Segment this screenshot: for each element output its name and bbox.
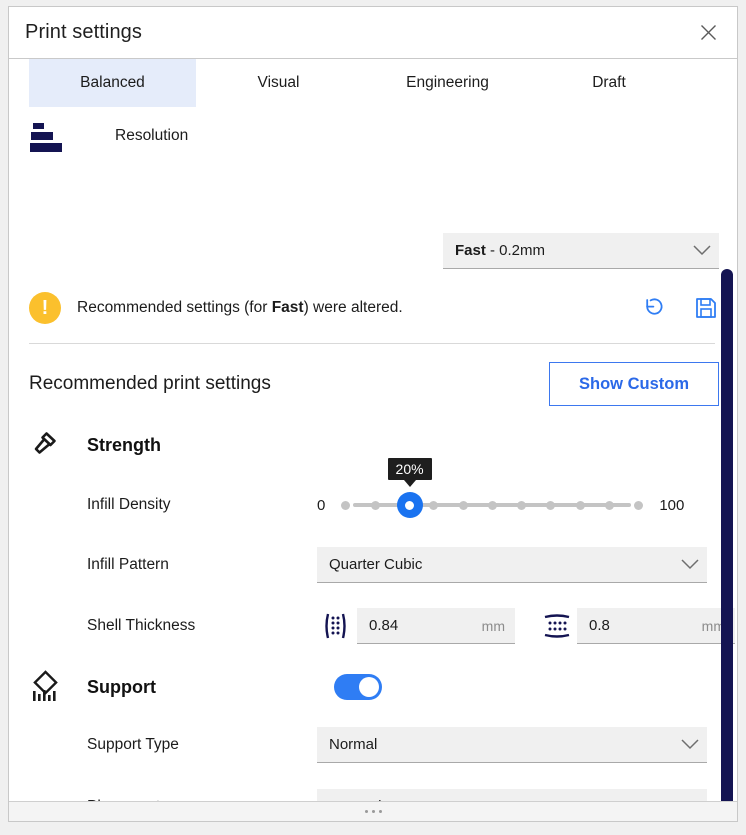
section-divider (29, 343, 715, 344)
show-custom-label: Show Custom (579, 374, 689, 393)
slider-ticks (341, 492, 644, 518)
placement-control: Everywhere (317, 789, 719, 801)
print-settings-panel: Print settings Balanced Visual Engineeri… (8, 6, 738, 822)
hammer-icon (29, 428, 73, 462)
row-infill-density: Infill Density 0 20% 100 (29, 458, 719, 525)
resolution-value-rest: - 0.2mm (485, 242, 546, 259)
altered-settings-notification: ! Recommended settings (for Fast) were a… (29, 287, 719, 329)
row-shell-thickness: Shell Thickness 0.84 mm 0.8 mm (29, 606, 735, 646)
resize-handle[interactable] (9, 801, 737, 821)
slider-handle[interactable] (396, 492, 423, 518)
infill-density-control: 0 20% 100 (317, 458, 719, 518)
tab-balanced-label: Balanced (80, 74, 145, 91)
warning-exclamation-icon: ! (29, 292, 61, 324)
slider-tick (634, 500, 644, 510)
shell-thickness-label: Shell Thickness (87, 617, 196, 634)
vertical-scrollbar[interactable] (721, 269, 733, 801)
altered-settings-text: Recommended settings (for Fast) were alt… (77, 299, 403, 317)
slider-track-area[interactable]: 20% (341, 458, 644, 518)
tab-engineering[interactable]: Engineering (361, 59, 534, 107)
close-icon (700, 25, 716, 40)
section-support-title: Support (87, 676, 156, 697)
top-bottom-thickness-icon (537, 612, 577, 640)
top-bottom-thickness-field[interactable]: 0.8 mm (577, 608, 735, 644)
wall-thickness-value: 0.84 (369, 617, 399, 634)
resolution-label: Resolution (115, 127, 189, 144)
altered-text-profile: Fast (271, 299, 304, 316)
chevron-down-icon (693, 245, 711, 256)
chevron-down-icon (681, 739, 699, 750)
toggle-knob (359, 677, 379, 697)
show-custom-button[interactable]: Show Custom (549, 362, 719, 406)
notification-actions (641, 295, 719, 321)
support-type-dropdown[interactable]: Normal (317, 727, 707, 763)
infill-pattern-label: Infill Pattern (87, 556, 169, 573)
placement-label: Placement (87, 798, 317, 801)
slider-tick (487, 500, 497, 510)
slider-tick (370, 500, 380, 510)
slider-tick (575, 500, 585, 510)
preset-tabs: Balanced Visual Engineering Draft (9, 59, 737, 107)
slider-value-tooltip: 20% (387, 458, 432, 487)
tab-visual[interactable]: Visual (196, 59, 361, 107)
placement-value: Everywhere (329, 798, 408, 801)
support-toggle[interactable] (334, 674, 382, 700)
chevron-down-icon (681, 559, 699, 570)
shell-thickness-control: 0.84 mm 0.8 mm (317, 608, 735, 644)
tab-draft-label: Draft (592, 74, 626, 91)
support-type-label: Support Type (87, 736, 179, 753)
section-strength: Strength (29, 425, 719, 465)
section-strength-title: Strength (87, 434, 161, 455)
slider-tick (546, 500, 556, 510)
resolution-dropdown[interactable]: Fast - 0.2mm (443, 233, 719, 269)
title-bar: Print settings (9, 7, 737, 59)
resolution-row: Resolution (29, 107, 707, 165)
row-infill-pattern: Infill Pattern Quarter Cubic (29, 545, 719, 585)
slider-tick (517, 500, 527, 510)
altered-text-before: Recommended settings (for (77, 299, 272, 316)
tab-draft[interactable]: Draft (534, 59, 684, 107)
slider-min-label: 0 (317, 496, 326, 514)
top-bottom-thickness-value: 0.8 (589, 617, 610, 634)
revert-arrow-icon (646, 298, 663, 315)
support-type-control: Normal (317, 727, 719, 763)
infill-pattern-value: Quarter Cubic (329, 556, 423, 573)
resolution-value: Fast - 0.2mm (455, 242, 545, 259)
altered-text-after: ) were altered. (303, 299, 403, 316)
infill-pattern-dropdown[interactable]: Quarter Cubic (317, 547, 707, 583)
tab-visual-label: Visual (257, 74, 300, 91)
close-button[interactable] (693, 18, 723, 48)
infill-pattern-control: Quarter Cubic (317, 547, 719, 583)
wall-thickness-icon (317, 611, 357, 641)
resize-grip-icon (364, 810, 382, 813)
support-type-value: Normal (329, 736, 378, 753)
infill-density-slider[interactable]: 0 20% 100 (317, 458, 685, 518)
resolution-value-bold: Fast (455, 242, 486, 259)
wall-thickness-unit: mm (481, 617, 505, 634)
slider-tick (605, 500, 615, 510)
save-settings-button[interactable] (693, 295, 719, 321)
row-placement: Placement Everywhere (29, 787, 719, 801)
row-support-type: Support Type Normal (29, 725, 719, 765)
slider-tick (341, 500, 351, 510)
slider-max-label: 100 (659, 496, 685, 514)
support-structure-icon (29, 670, 73, 704)
revert-settings-button[interactable] (641, 295, 667, 321)
tab-engineering-label: Engineering (406, 74, 489, 91)
section-support: Support (29, 667, 719, 707)
recommended-header: Recommended print settings Show Custom (29, 359, 719, 409)
settings-scroll-area: Resolution Fast - 0.2mm ! Recommended se… (9, 107, 737, 801)
placement-dropdown[interactable]: Everywhere (317, 789, 707, 801)
recommended-title: Recommended print settings (29, 373, 271, 394)
slider-tick (429, 500, 439, 510)
tab-balanced[interactable]: Balanced (29, 59, 196, 107)
wall-thickness-field[interactable]: 0.84 mm (357, 608, 515, 644)
settings-content: Resolution Fast - 0.2mm ! Recommended se… (9, 107, 737, 801)
save-floppy-icon (696, 298, 716, 318)
page-title: Print settings (25, 21, 143, 43)
layer-height-icon (29, 120, 73, 152)
slider-tick (458, 500, 468, 510)
infill-density-label: Infill Density (87, 496, 171, 513)
